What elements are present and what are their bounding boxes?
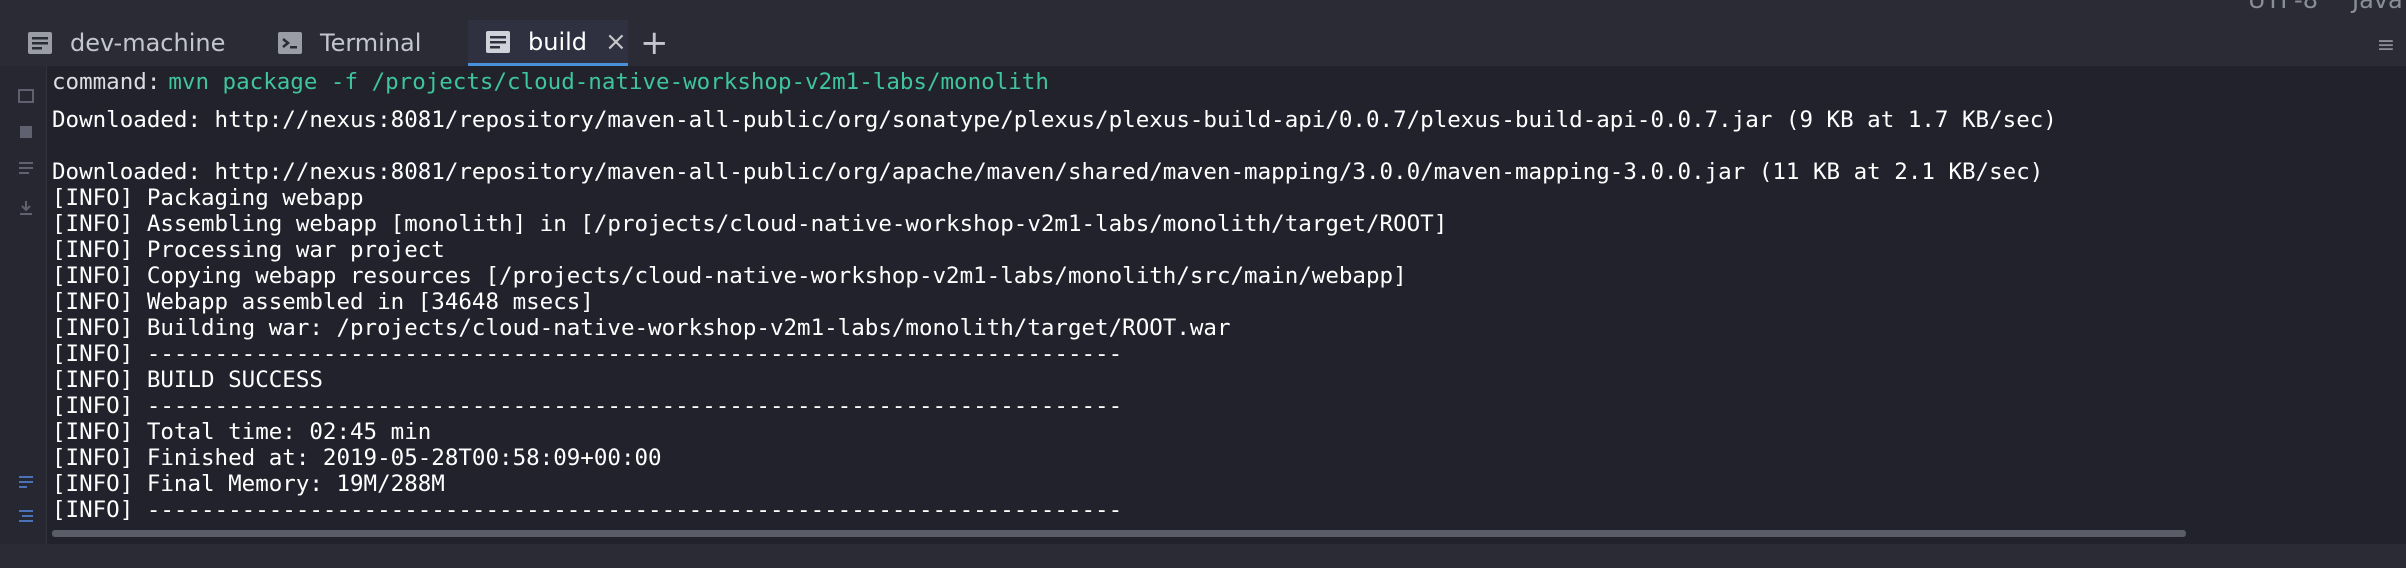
- console-line: [INFO] Packaging webapp: [52, 185, 364, 211]
- add-tab-button[interactable]: +: [640, 20, 669, 66]
- console-output[interactable]: command: mvn package -f /projects/cloud-n…: [52, 66, 2352, 544]
- console-line: [INFO] ---------------------------------…: [52, 341, 1123, 367]
- terminal-icon: [278, 32, 302, 54]
- console-line: [INFO] Final Memory: 19M/288M: [52, 471, 445, 497]
- console-line: [INFO] Finished at: 2019-05-28T00:58:09+…: [52, 445, 662, 471]
- console-line: Downloaded: http://nexus:8081/repository…: [52, 159, 2044, 185]
- tab-terminal[interactable]: Terminal: [276, 20, 421, 66]
- close-icon[interactable]: ×: [605, 27, 627, 57]
- status-strip: UTF-8 Java: [0, 0, 2406, 20]
- scroll-lock-icon[interactable]: [16, 506, 36, 526]
- command-label: command:: [52, 69, 161, 95]
- wrap-lines-icon[interactable]: [16, 472, 36, 492]
- console-line: [INFO] Assembling webapp [monolith] in […: [52, 211, 1448, 237]
- download-icon[interactable]: [16, 198, 36, 218]
- tab-bar: dev-machine Terminal build ×: [0, 20, 2406, 66]
- console-icon: [486, 30, 510, 53]
- console-line: [INFO] BUILD SUCCESS: [52, 367, 323, 393]
- console-line: Downloaded: http://nexus:8081/repository…: [52, 107, 2057, 133]
- encoding-indicator[interactable]: UTF-8: [2248, 0, 2318, 14]
- console-toolbar: [0, 66, 47, 544]
- command-value[interactable]: mvn package -f /projects/cloud-native-wo…: [168, 69, 1049, 95]
- console-line: [INFO] ---------------------------------…: [52, 497, 1123, 523]
- tab-dev-machine[interactable]: dev-machine: [26, 20, 225, 66]
- tab-label: Terminal: [320, 29, 422, 57]
- tab-build[interactable]: build ×: [468, 20, 628, 66]
- menu-icon[interactable]: ≡: [2366, 28, 2406, 62]
- machine-icon: [28, 32, 52, 54]
- clear-console-icon[interactable]: [16, 86, 36, 106]
- stop-icon[interactable]: [16, 122, 36, 142]
- tab-label: build: [528, 27, 588, 56]
- bottom-status-bar: [0, 544, 2406, 568]
- console-line: [INFO] Copying webapp resources [/projec…: [52, 263, 1407, 289]
- horizontal-scrollbar[interactable]: [52, 530, 2186, 537]
- command-line: command: mvn package -f /projects/cloud-n…: [52, 66, 1049, 98]
- list-icon[interactable]: [16, 158, 36, 178]
- console-line: [INFO] Building war: /projects/cloud-nat…: [52, 315, 1231, 341]
- tab-label: dev-machine: [70, 29, 226, 57]
- console-line: [INFO] ---------------------------------…: [52, 393, 1123, 419]
- language-indicator[interactable]: Java: [2352, 0, 2403, 14]
- console-line: [INFO] Total time: 02:45 min: [52, 419, 432, 445]
- console-line: [INFO] Webapp assembled in [34648 msecs]: [52, 289, 594, 315]
- console-line: [INFO] Processing war project: [52, 237, 445, 263]
